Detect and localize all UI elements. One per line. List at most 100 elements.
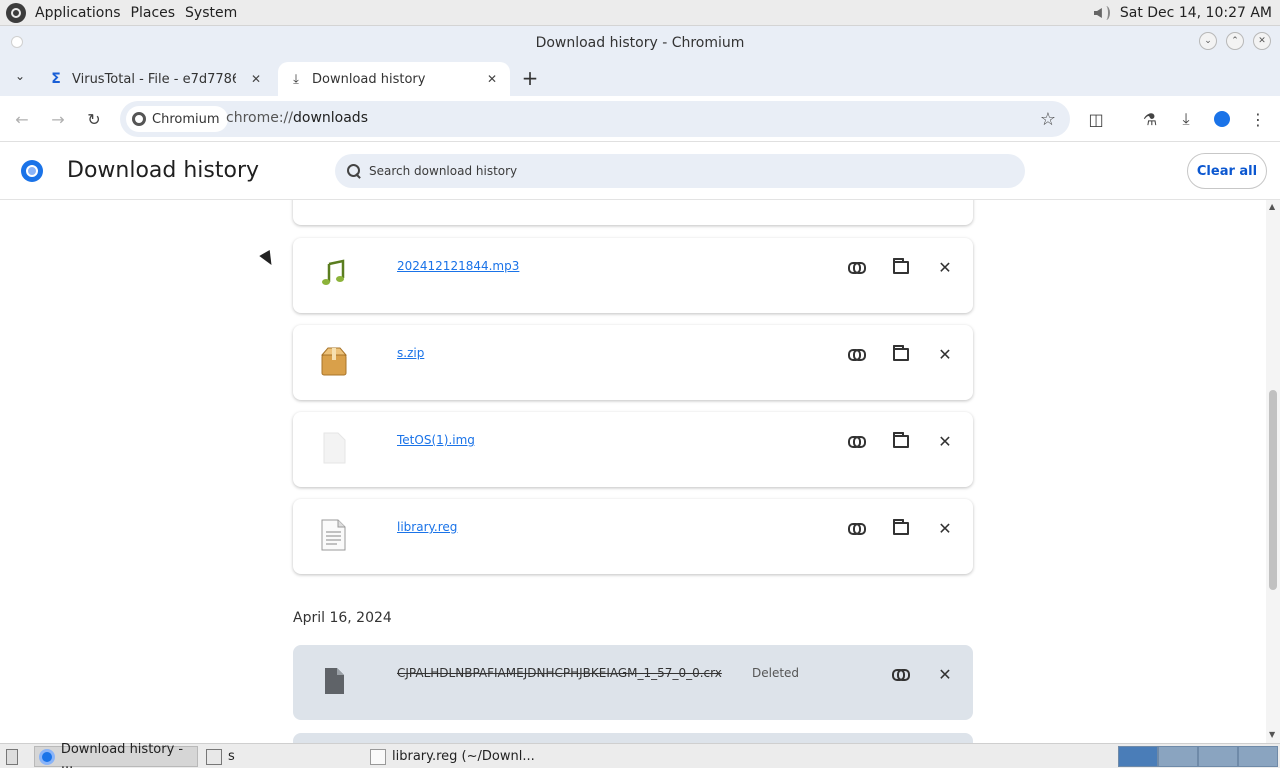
new-tab-button[interactable]: + xyxy=(518,66,542,90)
clear-all-button[interactable]: Clear all xyxy=(1187,153,1267,189)
chromium-icon xyxy=(39,748,55,765)
tab-download-history[interactable]: ⤓ Download history ✕ xyxy=(278,62,510,96)
maximize-button[interactable]: ⌃ xyxy=(1226,32,1244,50)
minimize-button[interactable]: ⌄ xyxy=(1199,32,1217,50)
search-input[interactable] xyxy=(369,164,969,178)
copy-link-icon[interactable] xyxy=(889,662,913,686)
generic-file-icon xyxy=(325,668,344,694)
download-card: library.reg ✕ xyxy=(293,499,973,574)
copy-link-icon[interactable] xyxy=(845,429,869,453)
download-card: 202412121844.mp3 ✕ xyxy=(293,238,973,313)
system-menu[interactable]: System xyxy=(181,5,241,21)
tab-virustotal[interactable]: Σ VirusTotal - File - e7d77866 ✕ xyxy=(38,62,274,96)
close-tab-icon[interactable]: ✕ xyxy=(248,71,264,87)
extensions-icon[interactable]: ◫ xyxy=(1084,107,1108,131)
workspace-1[interactable] xyxy=(1118,746,1158,767)
workspace-4[interactable] xyxy=(1238,746,1278,767)
remove-icon[interactable]: ✕ xyxy=(933,516,957,540)
labs-flask-icon[interactable]: ⚗ xyxy=(1138,107,1162,131)
download-card-deleted: CJPALHDLNBPAFIAMEJDNHCPHJBKEIAGM_1_57_0_… xyxy=(293,645,973,720)
scroll-thumb[interactable] xyxy=(1269,390,1277,590)
more-menu-icon[interactable]: ⋮ xyxy=(1246,107,1270,131)
applications-menu[interactable]: Applications xyxy=(31,5,125,21)
url-path: downloads xyxy=(293,110,368,126)
taskbar-item-text-editor[interactable]: library.reg (~/Downl... xyxy=(366,746,536,767)
search-icon xyxy=(347,164,361,178)
tab-strip: ⌄ Σ VirusTotal - File - e7d77866 ✕ ⤓ Dow… xyxy=(0,60,1280,96)
profile-avatar-icon[interactable] xyxy=(1210,107,1234,131)
volume-icon[interactable] xyxy=(1092,4,1112,22)
remove-icon[interactable]: ✕ xyxy=(933,662,957,686)
show-in-folder-icon[interactable] xyxy=(889,516,913,540)
folder-icon xyxy=(206,748,222,765)
bookmark-star-icon[interactable]: ☆ xyxy=(1040,109,1056,130)
site-chip-label: Chromium xyxy=(152,111,220,127)
tab-label: Download history xyxy=(312,71,426,87)
window-titlebar: Download history - Chromium ⌄ ⌃ ✕ xyxy=(0,26,1280,60)
window-title: Download history - Chromium xyxy=(535,35,745,51)
download-link[interactable]: 202412121844.mp3 xyxy=(397,259,519,273)
copy-link-icon[interactable] xyxy=(845,255,869,279)
show-in-folder-icon[interactable] xyxy=(889,255,913,279)
date-group-header: April 16, 2024 xyxy=(293,610,392,626)
scroll-down-icon[interactable]: ▼ xyxy=(1269,730,1277,739)
deleted-file-name: CJPALHDLNBPAFIAMEJDNHCPHJBKEIAGM_1_57_0_… xyxy=(397,666,722,680)
download-link[interactable]: TetOS(1).img xyxy=(397,433,475,447)
status-badge: Deleted xyxy=(752,666,800,680)
remove-icon[interactable]: ✕ xyxy=(933,255,957,279)
page-title: Download history xyxy=(67,158,260,183)
taskbar-item-folder[interactable]: s xyxy=(202,746,362,767)
taskbar-label: library.reg (~/Downl... xyxy=(392,749,535,764)
download-card: s.zip ✕ xyxy=(293,325,973,400)
page-scrollbar[interactable]: ▲ ▼ xyxy=(1266,200,1280,743)
download-icon: ⤓ xyxy=(293,71,299,87)
back-button[interactable]: ← xyxy=(10,107,34,131)
taskbar-item-chromium[interactable]: Download history - ... xyxy=(34,742,198,772)
text-editor-icon xyxy=(370,748,386,765)
music-file-icon xyxy=(322,259,345,285)
places-menu[interactable]: Places xyxy=(127,5,180,21)
url-scheme: chrome:// xyxy=(226,110,293,126)
download-card-deleted xyxy=(293,733,973,743)
forward-button[interactable]: → xyxy=(46,107,70,131)
scroll-up-icon[interactable]: ▲ xyxy=(1269,202,1277,211)
close-tab-icon[interactable]: ✕ xyxy=(484,71,500,87)
downloads-header: Download history Clear all xyxy=(0,142,1280,200)
search-box[interactable] xyxy=(335,154,1025,188)
download-link[interactable]: s.zip xyxy=(397,346,424,360)
downloads-list: 202412121844.mp3 ✕ s.zip ✕ TetOS(1).img … xyxy=(0,200,1266,743)
distro-logo-icon[interactable] xyxy=(6,2,26,23)
workspace-2[interactable] xyxy=(1158,746,1198,767)
top-panel: Applications Places System Sat Dec 14, 1… xyxy=(0,0,1280,26)
chromium-icon xyxy=(132,112,146,126)
virustotal-icon: Σ xyxy=(51,71,61,87)
browser-toolbar: ← → ↻ Chromium chrome://downloads ☆ ◫ ⚗ … xyxy=(0,96,1280,142)
workspace-3[interactable] xyxy=(1198,746,1238,767)
download-card xyxy=(293,200,973,225)
reload-button[interactable]: ↻ xyxy=(82,107,106,131)
tab-label: VirusTotal - File - e7d77866 xyxy=(72,71,236,87)
remove-icon[interactable]: ✕ xyxy=(933,429,957,453)
close-window-button[interactable]: ✕ xyxy=(1253,32,1271,50)
taskbar-label: Download history - ... xyxy=(60,741,184,772)
show-in-folder-icon[interactable] xyxy=(889,429,913,453)
address-bar[interactable]: Chromium chrome://downloads ☆ xyxy=(120,101,1070,137)
url-text[interactable]: chrome://downloads xyxy=(226,110,368,126)
archive-file-icon xyxy=(320,347,348,376)
text-file-icon xyxy=(321,519,346,551)
copy-link-icon[interactable] xyxy=(845,342,869,366)
blank-file-icon xyxy=(323,432,346,464)
show-in-folder-icon[interactable] xyxy=(889,342,913,366)
tab-search-chevron-icon[interactable]: ⌄ xyxy=(10,66,30,86)
download-card: TetOS(1).img ✕ xyxy=(293,412,973,487)
window-menu-icon[interactable] xyxy=(11,36,23,48)
chromium-logo-icon xyxy=(21,160,43,182)
taskbar-label: s xyxy=(228,749,235,764)
copy-link-icon[interactable] xyxy=(845,516,869,540)
download-link[interactable]: library.reg xyxy=(397,520,457,534)
show-desktop-icon[interactable] xyxy=(2,746,24,767)
downloads-icon[interactable]: ⤓ xyxy=(1174,107,1198,131)
remove-icon[interactable]: ✕ xyxy=(933,342,957,366)
clock[interactable]: Sat Dec 14, 10:27 AM xyxy=(1120,5,1272,21)
site-info-chip[interactable]: Chromium xyxy=(126,106,228,132)
